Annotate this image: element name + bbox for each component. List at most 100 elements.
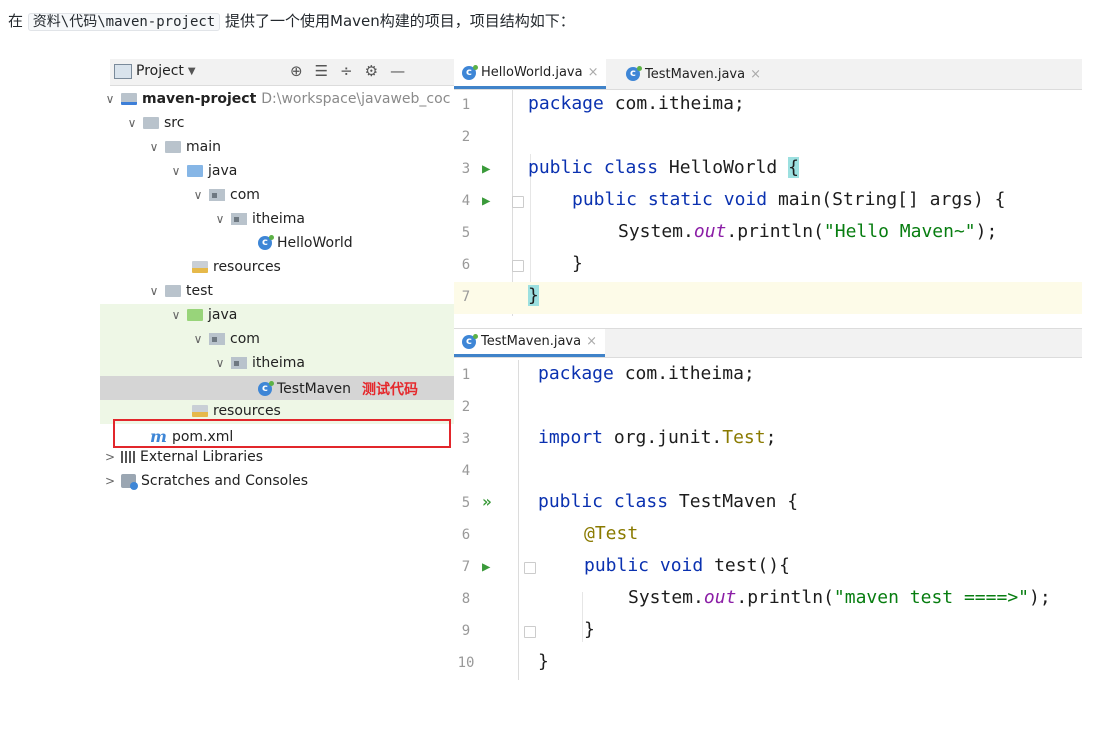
tree-item-label: main — [186, 139, 221, 155]
tree-item-helloworld[interactable]: c HelloWorld — [100, 232, 454, 256]
code-line: 4 ▶ public static void main(String[] arg… — [454, 186, 1082, 218]
tree-item-main-itheima[interactable]: ∨ itheima — [100, 208, 454, 232]
code-line: 2 — [454, 122, 1082, 154]
tree-item-label: java — [208, 307, 238, 323]
tree-item-external-libraries[interactable]: > External Libraries — [100, 446, 454, 470]
code-line: 8 System.out.println("maven test ====>")… — [454, 584, 1082, 616]
package-icon — [209, 189, 225, 201]
code-line: 3 import org.junit.Test; — [454, 424, 1082, 456]
source-folder-icon — [187, 165, 203, 177]
test-code-annotation: 测试代码 — [362, 382, 418, 398]
tree-item-test-itheima[interactable]: ∨ itheima — [100, 352, 454, 376]
line-number: 7 — [461, 559, 471, 575]
run-icon[interactable]: ▶ — [482, 193, 490, 209]
test-resources-folder-icon — [192, 405, 208, 417]
hide-icon[interactable]: — — [390, 62, 405, 80]
expand-arrow-icon[interactable]: ∨ — [170, 308, 182, 322]
tab-label: HelloWorld.java — [481, 65, 583, 80]
editor1-code[interactable]: 1 package com.itheima; 2 3 ▶ public clas… — [454, 90, 1082, 316]
tree-item-label: resources — [213, 259, 281, 275]
package-icon — [231, 357, 247, 369]
fold-marker-icon[interactable] — [512, 260, 524, 272]
expand-arrow-icon[interactable]: ∨ — [192, 188, 204, 202]
line-number: 1 — [461, 367, 471, 383]
libraries-icon — [121, 451, 135, 463]
tree-item-label: Scratches and Consoles — [141, 473, 308, 489]
tree-item-main-resources[interactable]: resources — [100, 256, 454, 280]
package-icon — [231, 213, 247, 225]
tab-label: TestMaven.java — [645, 66, 746, 82]
line-number: 4 — [461, 463, 471, 479]
line-number: 3 — [461, 161, 471, 177]
chevron-down-icon: ▼ — [187, 65, 196, 77]
fold-marker-icon[interactable] — [524, 626, 536, 638]
locate-icon[interactable]: ⊕ — [290, 62, 303, 80]
tree-item-label: test — [186, 283, 213, 299]
project-title: Project — [136, 63, 184, 79]
line-number: 4 — [461, 193, 471, 209]
line-number: 10 — [457, 655, 475, 671]
tree-item-label: resources — [213, 403, 281, 419]
tree-item-main-com[interactable]: ∨ com — [100, 184, 454, 208]
expand-arrow-icon[interactable]: ∨ — [214, 356, 226, 370]
tree-item-test-com[interactable]: ∨ com — [100, 328, 454, 352]
fold-marker-icon[interactable] — [524, 562, 536, 574]
expand-arrow-icon[interactable]: ∨ — [148, 140, 160, 154]
expand-arrow-icon[interactable]: ∨ — [170, 164, 182, 178]
tab-label: TestMaven.java — [481, 334, 582, 349]
code-line: 5 System.out.println("Hello Maven~"); — [454, 218, 1082, 250]
tab-helloworld[interactable]: c HelloWorld.java × — [454, 59, 607, 89]
java-class-icon: c — [462, 333, 478, 349]
tree-item-src[interactable]: ∨ src — [100, 112, 454, 136]
run-all-icon[interactable]: » — [482, 492, 492, 511]
code-line: 6 } — [454, 250, 1082, 282]
tree-item-label: HelloWorld — [277, 235, 353, 251]
pom-highlight-box — [113, 419, 451, 448]
fold-marker-icon[interactable] — [512, 196, 524, 208]
tree-item-test[interactable]: ∨ test — [100, 280, 454, 304]
run-icon[interactable]: ▶ — [482, 559, 490, 575]
code-line: 9 } — [454, 616, 1082, 648]
line-number: 2 — [461, 129, 471, 145]
tree-item-scratches[interactable]: > Scratches and Consoles — [100, 470, 454, 494]
intro-text: 在 资料\代码\maven-project 提供了一个使用Maven构建的项目，… — [8, 10, 575, 31]
line-number: 6 — [461, 257, 471, 273]
close-icon[interactable]: × — [586, 334, 597, 349]
close-icon[interactable]: × — [750, 67, 761, 82]
tree-item-test-java[interactable]: ∨ java — [100, 304, 454, 328]
java-class-icon: c — [462, 64, 478, 80]
expand-arrow-icon[interactable]: ∨ — [148, 284, 160, 298]
expand-arrow-icon[interactable]: > — [104, 450, 116, 464]
line-number: 9 — [461, 623, 471, 639]
resources-folder-icon — [192, 261, 208, 273]
code-line: 3 ▶ public class HelloWorld { — [454, 154, 1082, 186]
tab-testmaven[interactable]: c TestMaven.java × — [454, 329, 605, 357]
project-toolbar: ⊕ ☰ ÷ ⚙ — — [290, 62, 405, 80]
expand-arrow-icon[interactable]: > — [104, 474, 116, 488]
code-line: 7 ▶ public void test(){ — [454, 552, 1082, 584]
tree-item-label: com — [230, 331, 260, 347]
project-view-selector[interactable]: Project ▼ — [114, 63, 196, 79]
run-icon[interactable]: ▶ — [482, 161, 490, 177]
tree-item-maven-project[interactable]: ∨ maven-project D:\workspace\javaweb_coc — [100, 88, 454, 112]
collapse-all-icon[interactable]: ÷ — [340, 62, 353, 80]
tree-item-main[interactable]: ∨ main — [100, 136, 454, 160]
gear-icon[interactable]: ⚙ — [365, 62, 378, 80]
panel-icon — [114, 63, 132, 79]
close-icon[interactable]: × — [588, 65, 599, 80]
expand-all-icon[interactable]: ☰ — [315, 62, 328, 80]
module-folder-icon — [121, 93, 137, 105]
expand-arrow-icon[interactable]: ∨ — [192, 332, 204, 346]
tree-item-label: itheima — [252, 211, 305, 227]
editor2-code[interactable]: 1 package com.itheima; 2 3 import org.ju… — [454, 360, 1082, 680]
code-line-current: 7 } — [454, 282, 1082, 314]
intro-suffix: 提供了一个使用Maven构建的项目，项目结构如下： — [225, 12, 575, 30]
expand-arrow-icon[interactable]: ∨ — [104, 92, 116, 106]
tree-item-label: java — [208, 163, 238, 179]
tab-testmaven[interactable]: c TestMaven.java × — [618, 59, 769, 89]
expand-arrow-icon[interactable]: ∨ — [214, 212, 226, 226]
tree-item-testmaven[interactable]: c TestMaven 测试代码 — [100, 376, 454, 400]
expand-arrow-icon[interactable]: ∨ — [126, 116, 138, 130]
tree-item-main-java[interactable]: ∨ java — [100, 160, 454, 184]
tree-item-label: com — [230, 187, 260, 203]
